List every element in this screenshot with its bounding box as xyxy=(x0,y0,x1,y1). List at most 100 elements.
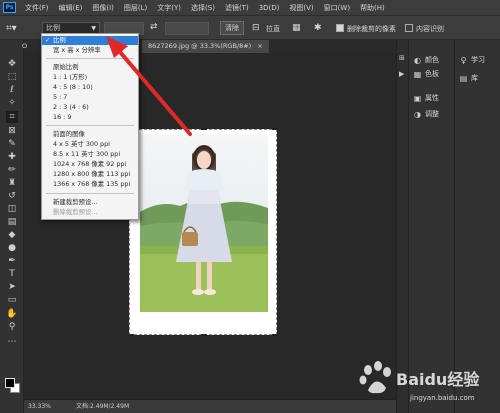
panel-libraries[interactable]: ▤ 库 xyxy=(459,72,478,84)
dropdown-item-8x11-inch[interactable]: 8.5 x 11 英寸 300 ppi xyxy=(42,150,138,159)
crop-handle-top-right[interactable] xyxy=(272,128,278,130)
menu-type[interactable]: 文字(Y) xyxy=(152,3,186,13)
panel-color[interactable]: ◐ 颜色 xyxy=(413,54,439,66)
photo-image xyxy=(140,134,268,312)
panel-adjustments-label: 调整 xyxy=(425,110,439,118)
crop-tool-preset-icon[interactable]: ⌗▾ xyxy=(6,23,24,35)
crop-handle-bottom-left[interactable] xyxy=(128,334,134,336)
menu-bar: Ps 文件(F) 编辑(E) 图像(I) 图层(L) 文字(Y) 选择(S) 滤… xyxy=(0,0,500,15)
menu-window[interactable]: 窗口(W) xyxy=(319,3,355,13)
crop-handle-bottom[interactable] xyxy=(201,334,207,336)
hand-tool-icon[interactable]: ✋ xyxy=(6,308,18,320)
checkmark-icon: ✓ xyxy=(45,37,51,44)
eyedropper-tool-icon[interactable]: ✎ xyxy=(6,138,18,150)
dropdown-item-2-3[interactable]: 2 : 3 (4 : 6) xyxy=(42,103,138,112)
dropdown-item-5-7[interactable]: 5 : 7 xyxy=(42,93,138,102)
dropdown-item-1-1[interactable]: 1 : 1 (方形) xyxy=(42,73,138,82)
zoom-tool-icon[interactable]: ⚲ xyxy=(6,321,18,333)
panel-adjustments[interactable]: ◑ 调整 xyxy=(413,108,439,120)
swap-icon[interactable]: ⇄ xyxy=(150,22,158,32)
dropdown-item-delete-preset: 删除裁剪预设... xyxy=(53,208,98,216)
crop-tool-icon[interactable]: ⌗ xyxy=(6,111,18,123)
dropdown-item-4x5-inch[interactable]: 4 x 5 英寸 300 ppi xyxy=(42,140,138,149)
learn-icon: ♀ xyxy=(460,55,467,65)
tools-panel: ✥ ⬚ ℓ ✧ ⌗ ⊠ ✎ ✚ ✏ ♜ ↺ ◫ ▤ ◆ ● ✒ T ➤ ▭ ✋ … xyxy=(0,40,24,413)
foreground-color-swatch[interactable] xyxy=(5,378,15,388)
menu-select[interactable]: 选择(S) xyxy=(186,3,220,13)
crop-handle-top[interactable] xyxy=(201,128,207,130)
healing-brush-tool-icon[interactable]: ✚ xyxy=(6,151,18,163)
clone-stamp-tool-icon[interactable]: ♜ xyxy=(6,177,18,189)
dropdown-item-1024x768[interactable]: 1024 x 768 像素 92 ppi xyxy=(42,160,138,169)
type-tool-icon[interactable]: T xyxy=(6,268,18,280)
document-tab[interactable]: 8627269.jpg @ 33.3%(RGB/8#) × xyxy=(142,40,269,53)
frame-tool-icon[interactable]: ⊠ xyxy=(6,125,18,137)
ratio-dropdown-menu: ✓ 比例 宽 x 高 x 分辨率 原始比例 1 : 1 (方形) 4 : 5 (… xyxy=(41,33,139,220)
dropdown-item-4-5[interactable]: 4 : 5 (8 : 10) xyxy=(42,83,138,92)
menu-image[interactable]: 图像(I) xyxy=(87,3,119,13)
panel-properties[interactable]: ▣ 属性 xyxy=(413,92,439,104)
eraser-tool-icon[interactable]: ◫ xyxy=(6,203,18,215)
dropdown-item-whr[interactable]: 宽 x 高 x 分辨率 xyxy=(42,46,138,55)
panel-libraries-label: 库 xyxy=(471,74,478,82)
crop-handle-bottom-right[interactable] xyxy=(272,334,278,336)
adjustments-icon: ◑ xyxy=(414,109,421,119)
content-aware-label: 内容识别 xyxy=(416,25,444,33)
history-brush-tool-icon[interactable]: ↺ xyxy=(6,190,18,202)
previous-tab-label[interactable]: O xyxy=(22,40,27,53)
rectangle-tool-icon[interactable]: ▭ xyxy=(6,294,18,306)
dodge-tool-icon[interactable]: ● xyxy=(6,242,18,254)
close-icon[interactable]: × xyxy=(257,42,262,50)
menu-edit[interactable]: 编辑(E) xyxy=(54,3,88,13)
panel-swatches[interactable]: ▦ 色板 xyxy=(413,68,439,80)
more-tools-icon[interactable]: ⋯ xyxy=(6,336,18,348)
path-selection-tool-icon[interactable]: ➤ xyxy=(6,281,18,293)
menu-layer[interactable]: 图层(L) xyxy=(119,3,152,13)
dropdown-item-front-image[interactable]: 前面的图像 xyxy=(42,130,138,139)
panel-properties-label: 属性 xyxy=(425,94,439,102)
document-size[interactable]: 文档:2.49M/2.49M xyxy=(76,400,129,413)
play-action-icon[interactable]: ▶ xyxy=(399,70,404,78)
marquee-tool-icon[interactable]: ⬚ xyxy=(6,71,18,83)
menu-file[interactable]: 文件(F) xyxy=(20,3,54,13)
dropdown-item-1280x800[interactable]: 1280 x 800 像素 113 ppi xyxy=(42,170,138,179)
properties-icon: ▣ xyxy=(413,93,422,103)
menu-3d[interactable]: 3D(D) xyxy=(254,4,285,12)
overlay-grid-icon[interactable]: ▦ xyxy=(292,23,301,33)
lasso-tool-icon[interactable]: ℓ xyxy=(6,84,18,96)
panel-learn-label: 学习 xyxy=(471,56,485,64)
straighten-icon[interactable]: ⊟ xyxy=(252,23,260,33)
dropdown-item-1366x768[interactable]: 1366 x 768 像素 135 ppi xyxy=(42,180,138,189)
dropdown-item-original-ratio[interactable]: 原始比例 xyxy=(42,63,138,72)
crop-height-input[interactable] xyxy=(165,22,209,35)
dropdown-item-new-preset[interactable]: 新建裁剪预设... xyxy=(42,198,138,207)
zoom-level[interactable]: 33.33% xyxy=(28,400,51,413)
menu-filter[interactable]: 滤镜(T) xyxy=(220,3,254,13)
dropdown-item-16-9[interactable]: 16 : 9 xyxy=(42,113,138,122)
palette-icon: ◐ xyxy=(414,55,421,65)
clear-button[interactable]: 清除 xyxy=(220,21,244,35)
pen-tool-icon[interactable]: ✒ xyxy=(6,255,18,267)
content-aware-checkbox[interactable] xyxy=(405,24,413,32)
photoshop-logo: Ps xyxy=(3,2,16,13)
status-bar: 33.33% 文档:2.49M/2.49M xyxy=(24,399,396,413)
magic-wand-tool-icon[interactable]: ✧ xyxy=(6,97,18,109)
gear-icon[interactable]: ✱ xyxy=(314,23,322,33)
dropdown-item-label: 比例 xyxy=(53,36,66,44)
straighten-label[interactable]: 拉直 xyxy=(266,24,280,34)
panel-learn[interactable]: ♀ 学习 xyxy=(459,54,485,66)
menu-help[interactable]: 帮助(H) xyxy=(355,3,390,13)
ratio-select-value: 比例 xyxy=(46,24,60,32)
move-tool-icon[interactable]: ✥ xyxy=(6,58,18,70)
history-panel-icon[interactable]: ⊞ xyxy=(399,54,405,62)
crop-frame[interactable] xyxy=(128,128,278,336)
gradient-tool-icon[interactable]: ▤ xyxy=(6,216,18,228)
menu-view[interactable]: 视图(V) xyxy=(284,3,318,13)
panel-collapse-strip: ⊞ ▶ xyxy=(396,40,408,413)
panel-swatches-label: 色板 xyxy=(425,70,439,78)
panel-color-label: 颜色 xyxy=(425,56,439,64)
delete-cropped-checkbox[interactable] xyxy=(336,24,344,32)
brush-tool-icon[interactable]: ✏ xyxy=(6,164,18,176)
blur-tool-icon[interactable]: ◆ xyxy=(6,229,18,241)
dropdown-item-ratio[interactable]: ✓ 比例 xyxy=(42,36,138,45)
